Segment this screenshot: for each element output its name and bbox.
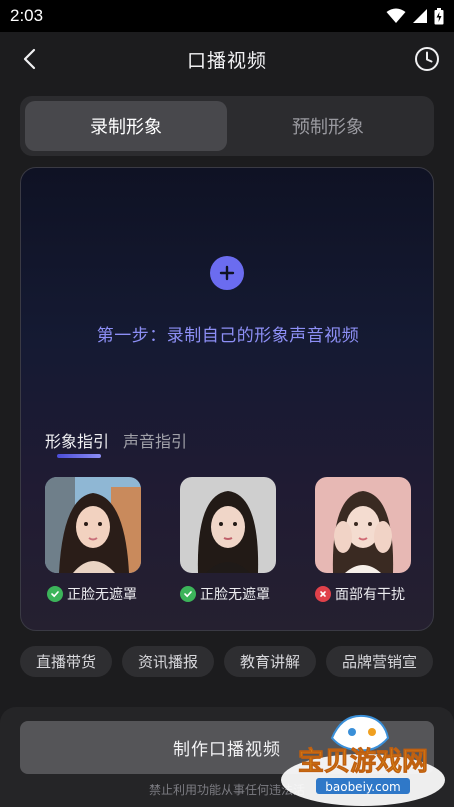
top-bar: 口播视频 xyxy=(0,32,454,86)
x-circle-icon xyxy=(315,586,331,602)
battery-icon xyxy=(434,7,444,24)
chip-education[interactable]: 教育讲解 xyxy=(224,646,317,677)
status-time: 2:03 xyxy=(10,6,44,25)
step-instruction: 第一步：录制自己的形象声音视频 xyxy=(96,326,360,346)
mode-tabs: 录制形象 预制形象 xyxy=(20,96,434,156)
page-title: 口播视频 xyxy=(186,49,267,72)
example-photo-frontal-2 xyxy=(180,477,276,573)
chip-live-selling[interactable]: 直播带货 xyxy=(20,646,113,677)
record-card: 第一步：录制自己的形象声音视频 形象指引 声音指引 正脸无遮罩 正脸无遮罩 面部… xyxy=(20,167,434,631)
status-icons xyxy=(386,7,444,25)
plus-icon xyxy=(219,265,235,281)
tab-voice-guide[interactable]: 声音指引 xyxy=(123,428,187,452)
wifi-icon xyxy=(386,8,406,23)
tab-appearance-guide[interactable]: 形象指引 xyxy=(45,428,109,452)
tab-record-avatar[interactable]: 录制形象 xyxy=(25,101,227,151)
chip-news[interactable]: 资讯播报 xyxy=(122,646,215,677)
status-bar: 2:03 xyxy=(0,0,454,32)
example-label-1: 正脸无遮罩 xyxy=(47,584,137,604)
example-photo-frontal-1 xyxy=(45,477,141,573)
active-tab-indicator xyxy=(57,454,101,458)
example-photo-obstructed xyxy=(315,477,411,573)
tab-preset-avatar[interactable]: 预制形象 xyxy=(227,101,429,151)
example-label-3: 面部有干扰 xyxy=(315,584,405,604)
example-label-text-1: 正脸无遮罩 xyxy=(67,587,137,603)
watermark-title: 宝贝游戏网 xyxy=(298,746,428,777)
signal-icon xyxy=(413,9,427,23)
watermark-logo: 宝贝游戏网 baobeiy.com xyxy=(272,708,454,807)
category-chips: 直播带货 资讯播报 教育讲解 品牌营销宣 xyxy=(20,646,454,677)
check-circle-icon xyxy=(180,586,196,602)
watermark-domain: baobeiy.com xyxy=(325,780,400,794)
chip-brand-marketing[interactable]: 品牌营销宣 xyxy=(326,646,434,677)
clock-icon xyxy=(415,47,439,71)
add-recording-button[interactable] xyxy=(210,256,244,290)
example-label-2: 正脸无遮罩 xyxy=(180,584,270,604)
guide-tabs: 形象指引 声音指引 xyxy=(45,428,187,452)
example-label-text-3: 面部有干扰 xyxy=(335,587,405,603)
chevron-left-icon xyxy=(23,48,36,70)
back-button[interactable] xyxy=(14,44,44,74)
example-label-text-2: 正脸无遮罩 xyxy=(200,587,270,603)
history-button[interactable] xyxy=(412,44,442,74)
check-circle-icon xyxy=(47,586,63,602)
